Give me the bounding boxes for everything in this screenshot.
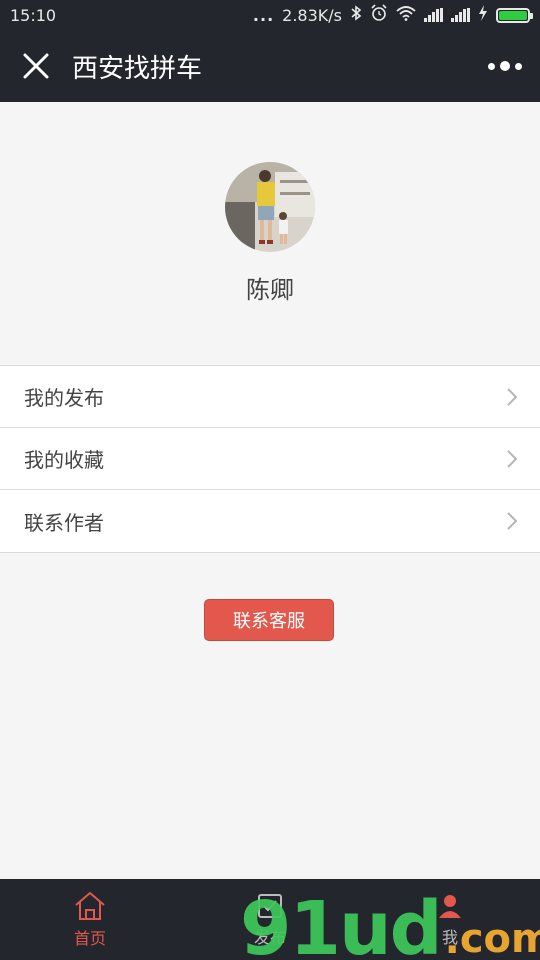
more-icon <box>488 62 495 70</box>
alarm-icon <box>370 4 388 26</box>
edit-icon <box>258 893 282 918</box>
chevron-right-icon <box>507 512 518 530</box>
page-title: 西安找拼车 <box>72 53 203 84</box>
close-button[interactable] <box>0 30 72 102</box>
status-bar: 15:10 ... 2.83K/s <box>0 0 540 30</box>
menu-list: 我的发布 我的收藏 联系作者 <box>0 365 540 553</box>
more-button[interactable] <box>480 46 530 86</box>
tab-label: 发布 <box>253 927 286 947</box>
tab-home[interactable]: 首页 <box>0 879 180 960</box>
nav-bar: 西安找拼车 <box>0 30 540 102</box>
status-dots: ... <box>252 5 275 25</box>
menu-item-contact-author[interactable]: 联系作者 <box>0 490 540 552</box>
wifi-icon <box>396 5 416 25</box>
status-indicators: ... 2.83K/s <box>252 4 533 26</box>
charging-icon <box>478 5 488 25</box>
user-name: 陈卿 <box>246 276 294 304</box>
tab-bar: 首页 发布 我 <box>0 879 540 960</box>
contact-service-button[interactable]: 联系客服 <box>204 599 334 641</box>
menu-item-label: 我的发布 <box>24 386 104 410</box>
menu-item-my-posts[interactable]: 我的发布 <box>0 366 540 428</box>
signal-icon <box>424 8 443 22</box>
menu-item-label: 我的收藏 <box>24 448 104 472</box>
menu-item-my-favorites[interactable]: 我的收藏 <box>0 428 540 490</box>
close-icon <box>23 53 49 79</box>
battery-icon <box>496 7 533 23</box>
menu-item-label: 联系作者 <box>24 510 104 535</box>
user-icon <box>439 894 461 918</box>
home-icon <box>75 891 105 920</box>
tab-label: 我 <box>441 927 458 947</box>
tab-publish[interactable]: 发布 <box>180 879 360 960</box>
network-speed: 2.83K/s <box>282 5 342 25</box>
chevron-right-icon <box>507 387 518 406</box>
tab-label: 首页 <box>73 928 106 948</box>
tab-me[interactable]: 我 <box>360 879 540 960</box>
chevron-right-icon <box>507 449 518 468</box>
signal-icon <box>451 8 470 22</box>
status-time: 15:10 <box>10 5 57 25</box>
avatar[interactable] <box>225 162 315 252</box>
profile-section: 陈卿 <box>0 102 540 364</box>
bluetooth-icon <box>350 5 362 25</box>
battery-level <box>499 10 527 20</box>
